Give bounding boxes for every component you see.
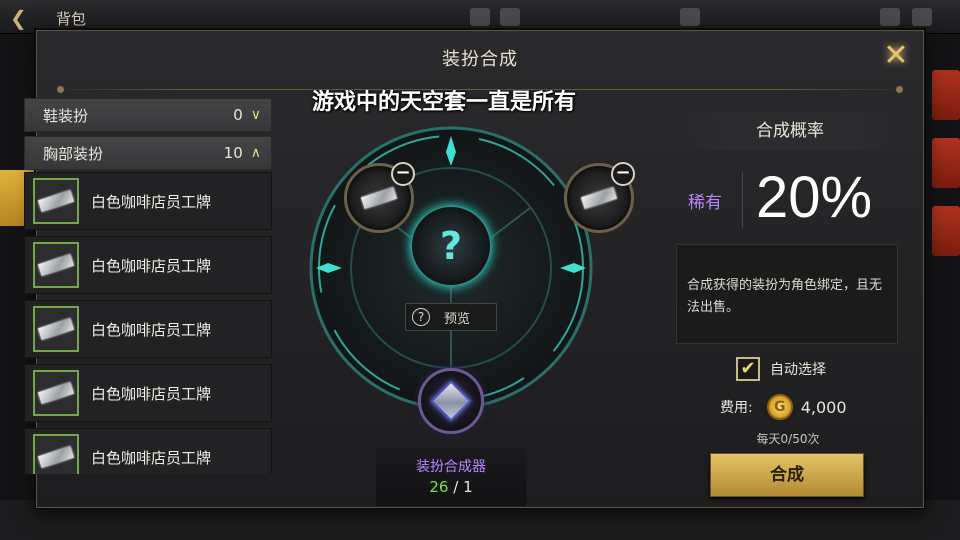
auto-select-label: 自动选择	[770, 362, 826, 378]
preview-button[interactable]: ? 预览	[405, 303, 497, 331]
device-count: 26 / 1	[376, 478, 526, 496]
material-slot-left[interactable]: −	[344, 162, 415, 233]
item-name: 白色咖啡店员工牌	[91, 448, 212, 467]
fee-row: 费用: G 4,000	[720, 394, 847, 420]
mail-icon[interactable]	[470, 8, 490, 26]
result-unknown-icon[interactable]: ?	[410, 205, 492, 287]
synthesizer-device-icon[interactable]	[418, 368, 484, 434]
message-icon[interactable]	[880, 8, 900, 26]
description-box: 合成获得的装扮为角色绑定，且无法出售。	[676, 244, 898, 344]
background-right-tabs	[924, 70, 960, 274]
category-count: 0	[233, 106, 243, 124]
game-screen: ❮ 背包 装扮合成 ✕ 游戏中的天空套一直是所有 鞋装扮 0 ∨ 胸部装扮 10…	[0, 0, 960, 540]
badge-item-icon	[580, 187, 618, 209]
rate-divider	[742, 172, 743, 228]
top-bar: ❮ 背包	[0, 0, 960, 34]
category-label: 胸部装扮	[43, 144, 104, 163]
checkbox-checked-icon[interactable]: ✔	[736, 357, 760, 381]
synthesize-button[interactable]: 合成	[710, 453, 864, 497]
item-list[interactable]: 白色咖啡店员工牌 白色咖啡店员工牌 白色咖啡店员工牌 白色咖啡店员工牌 白色咖啡…	[24, 172, 272, 474]
list-item[interactable]: 白色咖啡店员工牌	[24, 364, 272, 422]
chevron-down-icon: ∨	[250, 107, 261, 123]
cube-icon	[430, 380, 472, 422]
category-chest[interactable]: 胸部装扮 10 ∧	[24, 136, 272, 170]
category-shoes[interactable]: 鞋装扮 0 ∨	[24, 98, 272, 132]
item-name: 白色咖啡店员工牌	[91, 320, 212, 339]
badge-item-icon	[33, 434, 79, 474]
diamond-icon	[500, 8, 520, 26]
device-need: / 1	[453, 478, 473, 496]
question-icon: ?	[412, 308, 430, 326]
badge-item-icon	[33, 370, 79, 416]
category-label: 鞋装扮	[43, 106, 89, 125]
item-name: 白色咖啡店员工牌	[91, 256, 212, 275]
fee-label: 费用:	[720, 400, 753, 416]
background-tab	[932, 206, 960, 256]
chevron-up-icon: ∧	[250, 145, 261, 161]
modal-title: 装扮合成	[442, 49, 518, 70]
gold-coin-icon: G	[766, 394, 793, 420]
rate-value: 20%	[756, 165, 873, 230]
item-name: 白色咖啡店员工牌	[91, 192, 212, 211]
badge-item-icon	[33, 242, 79, 288]
badge-item-icon	[33, 178, 79, 224]
list-item[interactable]: 白色咖啡店员工牌	[24, 172, 272, 230]
list-item[interactable]: 白色咖啡店员工牌	[24, 428, 272, 474]
rate-title: 合成概率	[672, 112, 908, 150]
back-arrow-icon[interactable]: ❮	[10, 6, 27, 30]
list-item[interactable]: 白色咖啡店员工牌	[24, 300, 272, 358]
device-have: 26	[429, 478, 449, 496]
list-item[interactable]: 白色咖啡店员工牌	[24, 236, 272, 294]
close-icon[interactable]: ✕	[877, 37, 915, 75]
fee-value: 4,000	[800, 397, 847, 417]
menu-icon[interactable]	[912, 8, 932, 26]
device-name: 装扮合成器	[416, 459, 486, 475]
auto-select-toggle[interactable]: ✔ 自动选择	[736, 357, 826, 381]
daily-limit: 每天0/50次	[756, 432, 820, 446]
category-count: 10	[223, 144, 243, 162]
remove-icon[interactable]: −	[611, 162, 635, 186]
background-tab	[932, 70, 960, 120]
badge-item-icon	[33, 306, 79, 352]
material-slot-right[interactable]: −	[564, 162, 635, 233]
rarity-label: 稀有	[688, 193, 722, 213]
preview-label: 预览	[444, 311, 471, 327]
bag-title: 背包	[56, 10, 87, 28]
remove-icon[interactable]: −	[391, 162, 415, 186]
badge-item-icon	[360, 187, 398, 209]
friend-icon[interactable]	[680, 8, 700, 26]
item-name: 白色咖啡店员工牌	[91, 384, 212, 403]
background-tab	[932, 138, 960, 188]
